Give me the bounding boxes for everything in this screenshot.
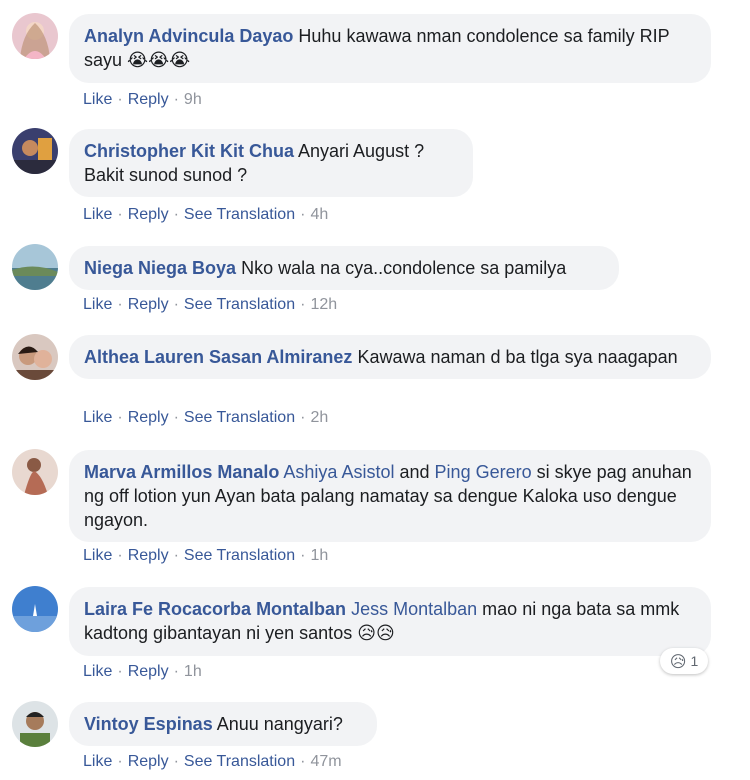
reply-link[interactable]: Reply	[128, 296, 169, 313]
avatar[interactable]	[12, 13, 58, 59]
and-text: and	[399, 462, 430, 482]
like-link[interactable]: Like	[83, 663, 112, 680]
like-link[interactable]: Like	[83, 91, 112, 108]
comment-author[interactable]: Analyn Advincula Dayao	[84, 26, 293, 46]
comment-bubble: Marva Armillos Manalo Ashiya Asistol and…	[69, 450, 711, 542]
comment-bubble: Althea Lauren Sasan Almiranez Kawawa nam…	[69, 335, 711, 379]
comment-author[interactable]: Althea Lauren Sasan Almiranez	[84, 347, 352, 367]
see-translation-link[interactable]: See Translation	[184, 753, 295, 770]
comment-time[interactable]: 12h	[310, 296, 337, 313]
comment-actions: Like · Reply · 9h	[83, 91, 202, 108]
comment-time[interactable]: 9h	[184, 91, 202, 108]
reaction-badge[interactable]: 😥 1	[660, 648, 708, 674]
see-translation-link[interactable]: See Translation	[184, 296, 295, 313]
avatar[interactable]	[12, 586, 58, 632]
see-translation-link[interactable]: See Translation	[184, 547, 295, 564]
comment-time[interactable]: 2h	[310, 409, 328, 426]
comment-actions: Like · Reply · See Translation · 1h	[83, 547, 329, 564]
like-link[interactable]: Like	[83, 206, 112, 223]
comment-author[interactable]: Laira Fe Rocacorba Montalban	[84, 599, 346, 619]
avatar[interactable]	[12, 334, 58, 380]
reply-link[interactable]: Reply	[128, 663, 169, 680]
comment-time[interactable]: 4h	[310, 206, 328, 223]
like-link[interactable]: Like	[83, 409, 112, 426]
comment-bubble: Niega Niega Boya Nko wala na cya..condol…	[69, 246, 619, 290]
comment-author[interactable]: Christopher Kit Kit Chua	[84, 141, 294, 161]
comment-author[interactable]: Vintoy Espinas	[84, 714, 213, 734]
mention-link[interactable]: Ashiya Asistol	[283, 462, 394, 482]
avatar[interactable]	[12, 244, 58, 290]
comment-bubble: Vintoy Espinas Anuu nangyari?	[69, 702, 377, 746]
avatar[interactable]	[12, 449, 58, 495]
comment-text: Nko wala na cya..condolence sa pamilya	[241, 258, 567, 278]
reply-link[interactable]: Reply	[128, 753, 169, 770]
mention-link[interactable]: Ping Gerero	[435, 462, 532, 482]
see-translation-link[interactable]: See Translation	[184, 206, 295, 223]
sad-emoji: 😥😥	[357, 623, 395, 644]
comment-author[interactable]: Niega Niega Boya	[84, 258, 236, 278]
comment-author[interactable]: Marva Armillos Manalo	[84, 462, 279, 482]
like-link[interactable]: Like	[83, 296, 112, 313]
comment-time[interactable]: 47m	[310, 753, 341, 770]
comment-actions: Like · Reply · 1h	[83, 663, 202, 680]
crying-emoji: 😭😭😭	[127, 50, 191, 71]
avatar[interactable]	[12, 701, 58, 747]
comment-bubble: Laira Fe Rocacorba Montalban Jess Montal…	[69, 587, 711, 656]
comment-actions: Like · Reply · See Translation · 2h	[83, 409, 329, 426]
comment-text: Anuu nangyari?	[216, 714, 343, 734]
reply-link[interactable]: Reply	[128, 206, 169, 223]
like-link[interactable]: Like	[83, 547, 112, 564]
comment-actions: Like · Reply · See Translation · 4h	[83, 206, 329, 223]
reply-link[interactable]: Reply	[128, 91, 169, 108]
comment-time[interactable]: 1h	[184, 663, 202, 680]
avatar[interactable]	[12, 128, 58, 174]
sad-reaction-icon: 😥	[669, 651, 687, 671]
comment-actions: Like · Reply · See Translation · 12h	[83, 296, 338, 313]
mention-link[interactable]: Jess Montalban	[351, 599, 477, 619]
reply-link[interactable]: Reply	[128, 409, 169, 426]
comment-bubble: Analyn Advincula Dayao Huhu kawawa nman …	[69, 14, 711, 83]
comment-time[interactable]: 1h	[310, 547, 328, 564]
reaction-count: 1	[690, 653, 699, 669]
reply-link[interactable]: Reply	[128, 547, 169, 564]
like-link[interactable]: Like	[83, 753, 112, 770]
see-translation-link[interactable]: See Translation	[184, 409, 295, 426]
comment-bubble: Christopher Kit Kit Chua Anyari August ?…	[69, 129, 473, 197]
comment-text: Kawawa naman d ba tlga sya naagapan	[357, 347, 678, 367]
comment-actions: Like · Reply · See Translation · 47m	[83, 753, 342, 770]
